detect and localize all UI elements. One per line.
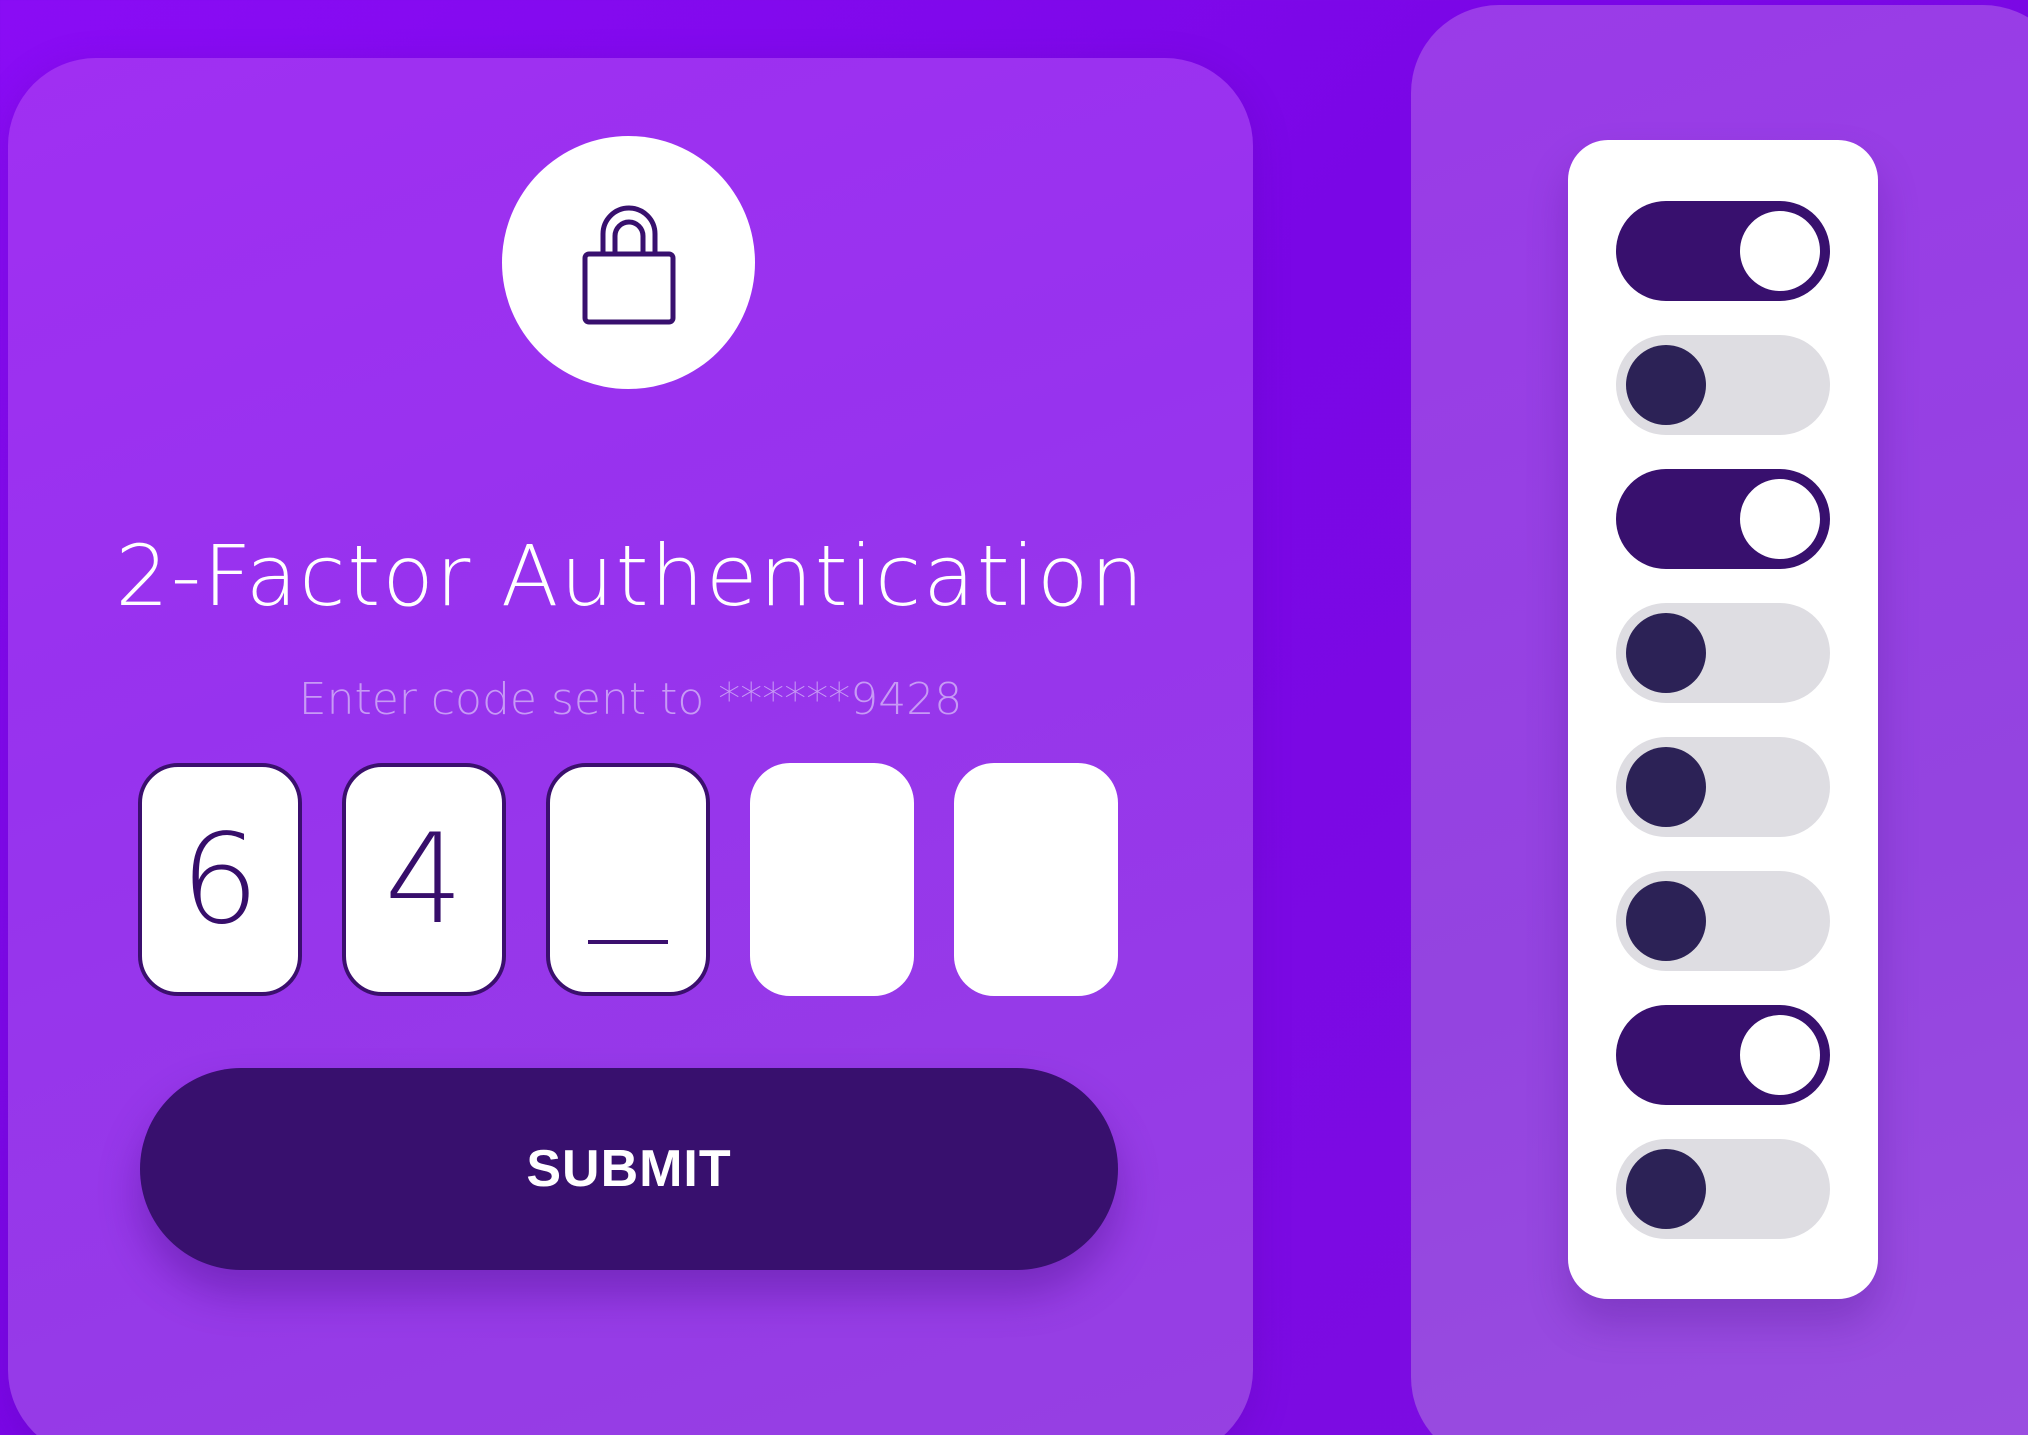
- page-title: 2-Factor Authentication: [115, 527, 1146, 625]
- toggle-switch-8[interactable]: [1616, 1139, 1830, 1239]
- lock-badge: [502, 136, 755, 389]
- toggle-switch-1[interactable]: [1616, 201, 1830, 301]
- code-digit-3[interactable]: [546, 763, 710, 996]
- code-destination-text: Enter code sent to ******9428: [298, 674, 963, 725]
- toggle-switch-2[interactable]: [1616, 335, 1830, 435]
- toggle-switch-5[interactable]: [1616, 737, 1830, 837]
- code-digit-5[interactable]: [954, 763, 1118, 996]
- toggle-knob: [1736, 207, 1824, 295]
- two-factor-card: 2-Factor Authentication Enter code sent …: [8, 58, 1253, 1435]
- code-digit-1[interactable]: 6: [138, 763, 302, 996]
- toggle-switch-3[interactable]: [1616, 469, 1830, 569]
- toggle-knob: [1626, 1149, 1706, 1229]
- toggle-switch-7[interactable]: [1616, 1005, 1830, 1105]
- toggle-knob: [1736, 475, 1824, 563]
- lock-icon: [582, 205, 675, 324]
- toggle-switch-4[interactable]: [1616, 603, 1830, 703]
- toggle-knob: [1626, 613, 1706, 693]
- toggle-switch-6[interactable]: [1616, 871, 1830, 971]
- toggle-knob: [1626, 345, 1706, 425]
- code-digit-2[interactable]: 4: [342, 763, 506, 996]
- toggle-knob: [1626, 747, 1706, 827]
- input-cursor: [588, 940, 668, 944]
- toggle-card: [1411, 5, 2028, 1435]
- submit-button[interactable]: SUBMIT: [140, 1068, 1118, 1270]
- toggle-knob: [1626, 881, 1706, 961]
- code-digit-4[interactable]: [750, 763, 914, 996]
- toggle-list: [1568, 140, 1878, 1299]
- toggle-knob: [1736, 1011, 1824, 1099]
